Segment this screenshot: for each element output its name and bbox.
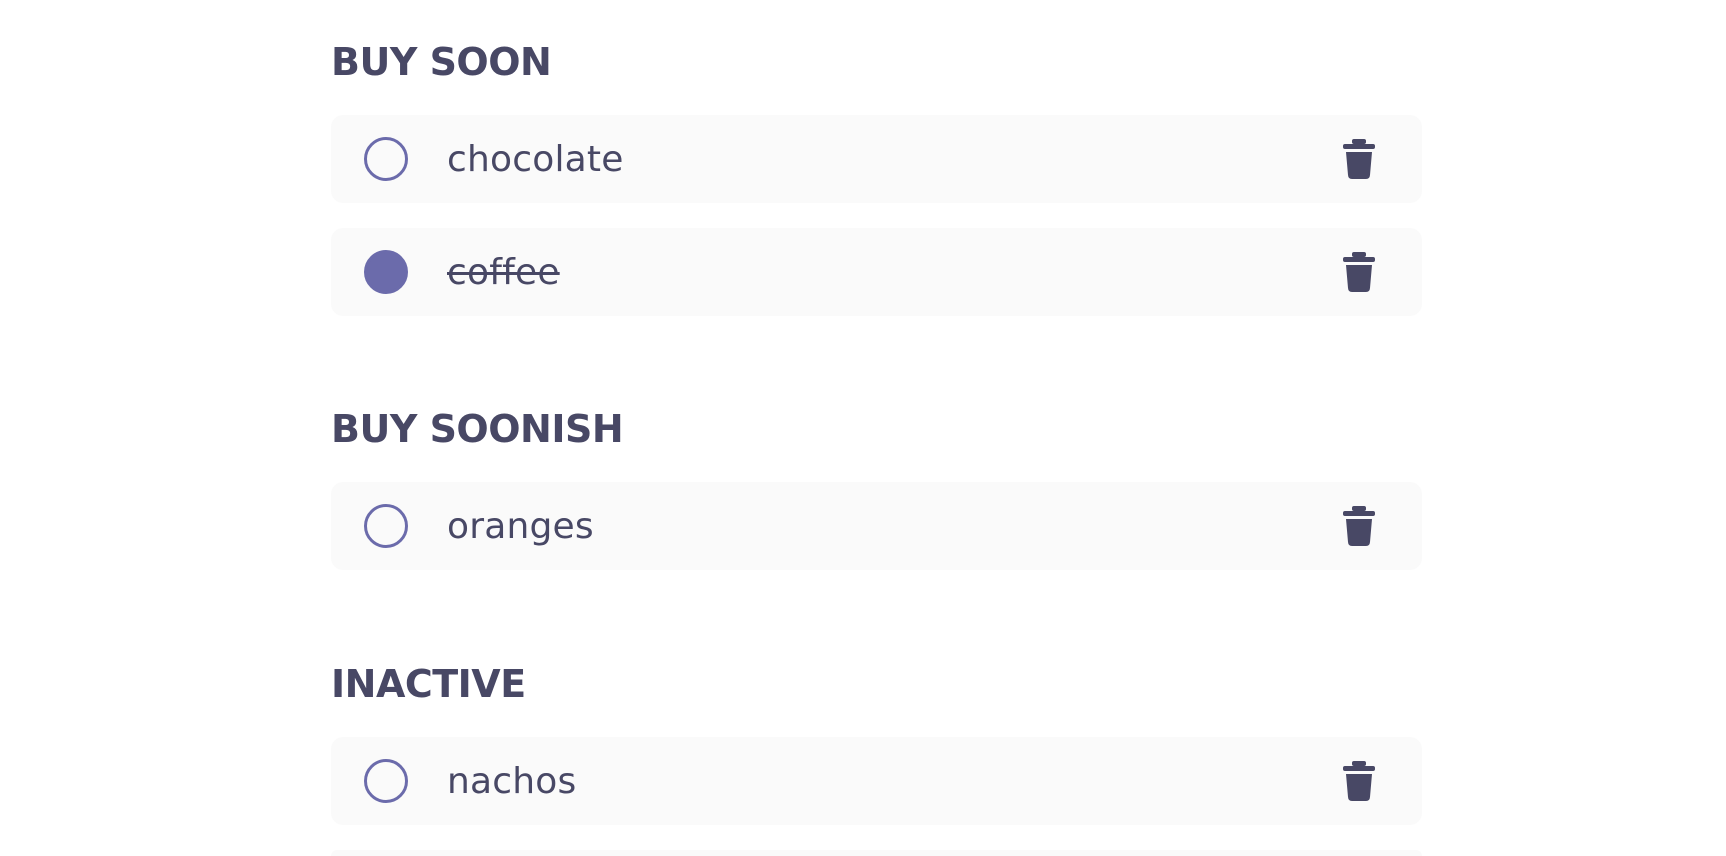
- item-label: nachos: [447, 760, 577, 802]
- item-checkbox[interactable]: [364, 137, 408, 181]
- item-checkbox[interactable]: [364, 759, 408, 803]
- list-item-partial: [331, 850, 1422, 856]
- item-label: chocolate: [447, 138, 624, 180]
- section-title-buy-soon: BUY SOON: [331, 40, 552, 84]
- list-item: coffee: [331, 228, 1422, 316]
- trash-icon[interactable]: [1341, 139, 1377, 179]
- trash-icon[interactable]: [1341, 506, 1377, 546]
- item-list-buy-soon: chocolate coffee: [331, 115, 1422, 316]
- item-label: oranges: [447, 505, 594, 547]
- item-list-buy-soonish: oranges: [331, 482, 1422, 570]
- shopping-list: BUY SOON chocolate coffee BUY SOONISH or…: [331, 0, 1422, 856]
- section-title-buy-soonish: BUY SOONISH: [331, 407, 624, 451]
- list-item: oranges: [331, 482, 1422, 570]
- item-checkbox-checked[interactable]: [364, 250, 408, 294]
- trash-icon[interactable]: [1341, 761, 1377, 801]
- list-item: chocolate: [331, 115, 1422, 203]
- item-checkbox[interactable]: [364, 504, 408, 548]
- list-item: nachos: [331, 737, 1422, 825]
- section-title-inactive: INACTIVE: [331, 662, 526, 706]
- trash-icon[interactable]: [1341, 252, 1377, 292]
- item-label: coffee: [447, 251, 560, 293]
- item-list-inactive: nachos: [331, 737, 1422, 856]
